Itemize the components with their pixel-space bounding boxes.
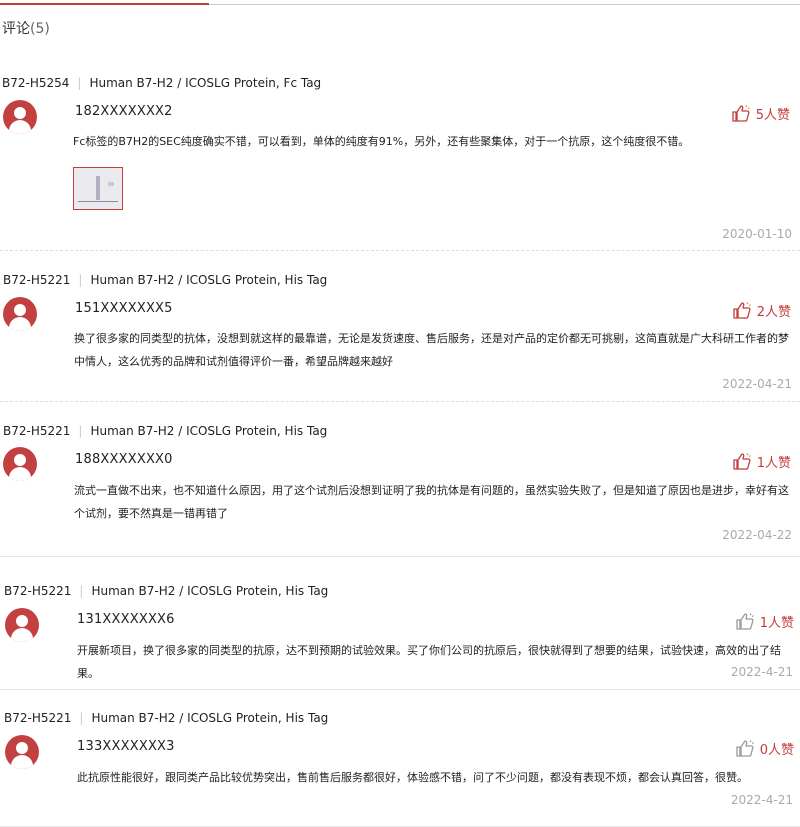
reviewer-name: 131XXXXXXX6 [77,612,175,627]
like-count: 1人赞 [759,616,794,631]
product-code[interactable]: B72-H5221 [4,711,71,725]
reviews-heading: 评论(5) [2,21,50,37]
review-date: 2022-04-21 [722,377,792,391]
like-button[interactable]: 0人赞 [736,739,794,758]
avatar [3,447,37,481]
thumbs-up-icon [732,105,750,122]
product-name[interactable]: Human B7-H2 / ICOSLG Protein, His Tag [90,424,327,438]
separator [0,250,800,251]
reviewer-name: 151XXXXXXX5 [75,301,173,316]
avatar [3,297,37,331]
review-product-row: B72-H5254 | Human B7-H2 / ICOSLG Protein, … [2,76,322,90]
like-count: 5人赞 [755,108,790,123]
review-date: 2022-4-21 [730,793,793,807]
like-button[interactable]: 5人赞 [732,104,790,123]
review-text: 流式一直做不出来，也不知道什么原因，用了这个试剂后没想到证明了我的抗体是有问题的… [74,484,789,520]
review-item: B72-H5221 | Human B7-H2 / ICOSLG Protein, … [0,584,800,690]
review-text: 换了很多家的同类型的抗体，没想到就这样的最靠谱，无论是发货速度、售后服务，还是对… [74,332,789,368]
review-item: B72-H5221 | Human B7-H2 / ICOSLG Protein, … [0,711,800,827]
product-code[interactable]: B72-H5221 [3,273,70,287]
review-product-row: B72-H5221 | Human B7-H2 / ICOSLG Protein, … [4,584,329,598]
tab-underline [0,3,800,5]
active-tab-indicator [0,3,209,5]
thumbs-up-icon [733,453,751,470]
review-item: B72-H5254 | Human B7-H2 / ICOSLG Protein, … [0,76,800,251]
review-item: B72-H5221 | Human B7-H2 / ICOSLG Protein, … [0,424,800,557]
product-code[interactable]: B72-H5221 [3,424,70,438]
review-item: B72-H5221 | Human B7-H2 / ICOSLG Protein, … [0,273,800,402]
like-count: 0人赞 [759,743,794,758]
review-product-row: B72-H5221 | Human B7-H2 / ICOSLG Protein, … [3,273,328,287]
product-name[interactable]: Human B7-H2 / ICOSLG Protein, His Tag [91,584,328,598]
reviews-count: (5) [30,21,50,37]
review-text: 开展新项目，换了很多家的同类型的抗原，达不到预期的试验效果。买了你们公司的抗原后… [77,644,781,680]
avatar [5,608,39,642]
like-count: 2人赞 [756,305,791,320]
product-code[interactable]: B72-H5254 [2,76,69,90]
review-date: 2022-04-22 [722,528,792,542]
avatar [3,100,37,134]
like-button[interactable]: 2人赞 [733,301,791,320]
review-text: 此抗原性能很好，跟同类产品比较优势突出，售前售后服务都很好，体验感不错，问了不少… [77,771,748,784]
thumbs-up-icon [736,613,754,630]
review-date: 2022-4-21 [730,665,793,679]
like-button[interactable]: 1人赞 [736,612,794,631]
thumbs-up-icon [733,302,751,319]
thumbs-up-icon [736,740,754,757]
product-name[interactable]: Human B7-H2 / ICOSLG Protein, His Tag [90,273,327,287]
product-code[interactable]: B72-H5221 [4,584,71,598]
reviewer-name: 188XXXXXXX0 [75,452,173,467]
review-image-thumbnail[interactable] [73,167,123,210]
review-date: 2020-01-10 [722,227,792,241]
separator [0,556,800,557]
separator [0,401,800,402]
review-text: Fc标签的B7H2的SEC纯度确实不错，可以看到，单体的纯度有91%，另外，还有… [73,135,690,148]
review-product-row: B72-H5221 | Human B7-H2 / ICOSLG Protein, … [4,711,329,725]
reviewer-name: 182XXXXXXX2 [75,104,173,119]
review-product-row: B72-H5221 | Human B7-H2 / ICOSLG Protein, … [3,424,328,438]
like-button[interactable]: 1人赞 [733,452,791,471]
product-name[interactable]: Human B7-H2 / ICOSLG Protein, His Tag [91,711,328,725]
separator [0,689,800,690]
product-name[interactable]: Human B7-H2 / ICOSLG Protein, Fc Tag [89,76,321,90]
reviewer-name: 133XXXXXXX3 [77,739,175,754]
avatar [5,735,39,769]
like-count: 1人赞 [756,456,791,471]
